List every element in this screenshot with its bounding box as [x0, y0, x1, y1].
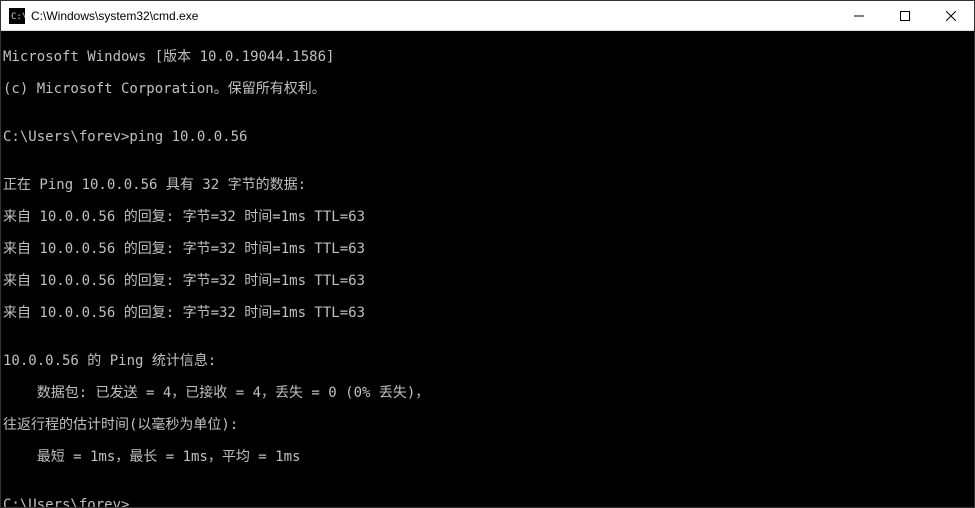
cmd-window: C:\ C:\Windows\system32\cmd.exe Microsof…	[0, 0, 975, 508]
window-controls	[836, 1, 974, 30]
titlebar-left: C:\ C:\Windows\system32\cmd.exe	[1, 8, 198, 24]
terminal-line: 来自 10.0.0.56 的回复: 字节=32 时间=1ms TTL=63	[3, 241, 972, 257]
minimize-button[interactable]	[836, 1, 882, 30]
terminal-line: 最短 = 1ms，最长 = 1ms，平均 = 1ms	[3, 449, 972, 465]
maximize-button[interactable]	[882, 1, 928, 30]
terminal-line: 往返行程的估计时间(以毫秒为单位):	[3, 417, 972, 433]
terminal-line: 数据包: 已发送 = 4，已接收 = 4，丢失 = 0 (0% 丢失)，	[3, 385, 972, 401]
terminal-output[interactable]: Microsoft Windows [版本 10.0.19044.1586] (…	[1, 31, 974, 507]
terminal-line: 来自 10.0.0.56 的回复: 字节=32 时间=1ms TTL=63	[3, 209, 972, 225]
terminal-line: C:\Users\forev>	[3, 497, 972, 507]
window-title: C:\Windows\system32\cmd.exe	[31, 9, 198, 23]
terminal-line: C:\Users\forev>ping 10.0.0.56	[3, 129, 972, 145]
terminal-line: (c) Microsoft Corporation。保留所有权利。	[3, 81, 972, 97]
svg-text:C:\: C:\	[11, 12, 25, 22]
titlebar[interactable]: C:\ C:\Windows\system32\cmd.exe	[1, 1, 974, 31]
cmd-icon: C:\	[9, 8, 25, 24]
terminal-line: 10.0.0.56 的 Ping 统计信息:	[3, 353, 972, 369]
terminal-line: Microsoft Windows [版本 10.0.19044.1586]	[3, 49, 972, 65]
terminal-line: 来自 10.0.0.56 的回复: 字节=32 时间=1ms TTL=63	[3, 273, 972, 289]
terminal-line: 正在 Ping 10.0.0.56 具有 32 字节的数据:	[3, 177, 972, 193]
close-button[interactable]	[928, 1, 974, 30]
terminal-line: 来自 10.0.0.56 的回复: 字节=32 时间=1ms TTL=63	[3, 305, 972, 321]
